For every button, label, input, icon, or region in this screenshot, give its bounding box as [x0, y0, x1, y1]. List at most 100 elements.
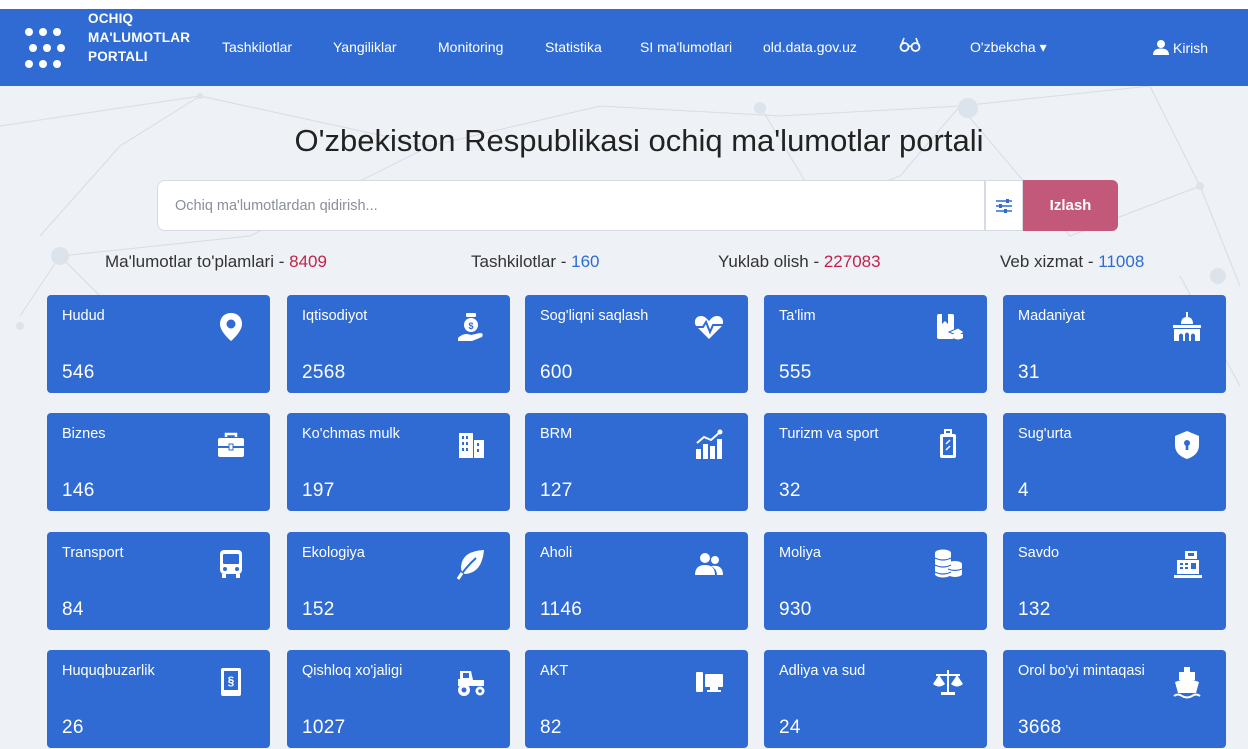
logo-dots-icon[interactable] — [25, 24, 69, 72]
category-count: 930 — [779, 599, 812, 620]
category-label: Biznes — [62, 426, 106, 442]
category-count: 127 — [540, 480, 573, 501]
category-card-savdo[interactable]: Savdo 132 — [1003, 532, 1226, 630]
computer-icon — [696, 672, 723, 692]
search-button[interactable]: Izlash — [1023, 180, 1118, 231]
glasses-icon[interactable] — [899, 37, 921, 57]
category-count: 84 — [62, 599, 84, 620]
category-label: Ta'lim — [779, 308, 816, 324]
category-card-qishloq-xojaligi[interactable]: Qishloq xo'jaligi 1027 — [287, 650, 510, 748]
category-label: BRM — [540, 426, 573, 442]
category-label: AKT — [540, 663, 569, 679]
login-button[interactable]: Kirish — [1153, 39, 1208, 56]
search-input[interactable] — [158, 181, 984, 230]
nav-yangiliklar[interactable]: Yangiliklar — [333, 39, 397, 55]
stat-downloads-label: Yuklab olish - — [718, 252, 824, 271]
mosque-icon — [1173, 312, 1201, 341]
category-count: 197 — [302, 480, 335, 501]
stat-datasets-value: 8409 — [289, 252, 327, 271]
luggage-icon — [940, 429, 956, 458]
category-card-madaniyat[interactable]: Madaniyat 31 — [1003, 295, 1226, 393]
category-label: Madaniyat — [1018, 308, 1085, 324]
growth-chart-icon — [696, 429, 723, 459]
category-card-transport[interactable]: Transport 84 — [47, 532, 270, 630]
nav-si-malumotlari[interactable]: SI ma'lumotlari — [640, 39, 732, 55]
category-count: 1027 — [302, 717, 346, 738]
category-count: 146 — [62, 480, 95, 501]
filter-button[interactable] — [985, 180, 1023, 231]
stat-downloads-value: 227083 — [823, 252, 881, 271]
language-dropdown[interactable]: O'zbekcha ▾ — [970, 39, 1047, 56]
category-card-ekologiya[interactable]: Ekologiya 152 — [287, 532, 510, 630]
navbar: OCHIQ MA'LUMOTLAR PORTALI Tashkilotlar Y… — [0, 9, 1248, 86]
category-card-biznes[interactable]: Biznes 146 — [47, 413, 270, 511]
login-label: Kirish — [1173, 40, 1209, 56]
stat-organizations-value: 160 — [571, 252, 600, 271]
category-label: Sug'urta — [1018, 426, 1072, 442]
category-card-aholi[interactable]: Aholi 1146 — [525, 532, 748, 630]
shield-lock-icon — [1175, 431, 1199, 459]
bus-icon — [220, 550, 242, 578]
category-count: 152 — [302, 599, 335, 620]
category-label: Qishloq xo'jaligi — [302, 663, 403, 679]
users-icon — [695, 553, 723, 575]
heartbeat-icon — [694, 316, 724, 339]
category-card-iqtisodiyot[interactable]: Iqtisodiyot 2568 $ — [287, 295, 510, 393]
category-card-turizm-va-sport[interactable]: Turizm va sport 32 — [764, 413, 987, 511]
category-count: 546 — [62, 362, 95, 383]
category-label: Aholi — [540, 545, 573, 561]
category-count: 132 — [1018, 599, 1051, 620]
category-label: Hudud — [62, 308, 105, 324]
category-label: Ko'chmas mulk — [302, 426, 400, 442]
category-card-moliya[interactable]: Moliya 930 — [764, 532, 987, 630]
logo-text[interactable]: OCHIQ MA'LUMOTLAR PORTALI — [88, 9, 208, 66]
category-label: Adliya va sud — [779, 663, 866, 679]
category-card-kochmas-mulk[interactable]: Ko'chmas mulk 197 — [287, 413, 510, 511]
category-card-adliya-va-sud[interactable]: Adliya va sud 24 — [764, 650, 987, 748]
buildings-icon — [459, 433, 484, 458]
nav-old-data[interactable]: old.data.gov.uz — [763, 39, 857, 55]
nav-monitoring[interactable]: Monitoring — [438, 39, 503, 55]
category-card-brm[interactable]: BRM 127 — [525, 413, 748, 511]
category-card-sogliqni-saqlash[interactable]: Sog'liqni saqlash 600 — [525, 295, 748, 393]
stat-downloads[interactable]: Yuklab olish - 227083 — [718, 252, 881, 272]
stat-organizations-label: Tashkilotlar - — [471, 252, 572, 271]
category-count: 31 — [1018, 362, 1040, 383]
category-count: 2568 — [302, 362, 346, 383]
education-book-icon — [937, 314, 965, 340]
category-count: 555 — [779, 362, 812, 383]
category-count: 82 — [540, 717, 562, 738]
briefcase-icon — [218, 432, 244, 457]
stat-organizations[interactable]: Tashkilotlar - 160 — [471, 252, 600, 272]
svg-text:§: § — [228, 674, 235, 688]
category-count: 24 — [779, 717, 801, 738]
cash-register-icon — [1174, 551, 1202, 578]
balance-scale-icon — [933, 670, 963, 695]
category-card-orol-boyi-mintaqasi[interactable]: Orol bo'yi mintaqasi 3668 — [1003, 650, 1226, 748]
svg-text:$: $ — [468, 321, 473, 331]
category-card-hudud[interactable]: Hudud 546 — [47, 295, 270, 393]
stat-web-services-label: Veb xizmat - — [1000, 252, 1099, 271]
stat-datasets[interactable]: Ma'lumotlar to'plamlari - 8409 — [105, 252, 327, 272]
nav-statistika[interactable]: Statistika — [545, 39, 602, 55]
category-card-sugurta[interactable]: Sug'urta 4 — [1003, 413, 1226, 511]
coins-icon — [934, 549, 963, 578]
category-card-talim[interactable]: Ta'lim 555 — [764, 295, 987, 393]
ship-icon — [1173, 667, 1201, 699]
logo-line-3: PORTALI — [88, 49, 148, 64]
filter-sliders-icon — [996, 198, 1012, 213]
logo-line-2: MA'LUMOTLAR — [88, 30, 191, 45]
search-box — [157, 180, 985, 231]
user-icon — [1153, 40, 1169, 55]
map-marker-icon — [220, 313, 242, 341]
stat-web-services[interactable]: Veb xizmat - 11008 — [1000, 252, 1144, 272]
money-hand-icon: $ — [458, 313, 483, 341]
category-card-huquqbuzarlik[interactable]: Huquqbuzarlik 26 § — [47, 650, 270, 748]
stat-datasets-label: Ma'lumotlar to'plamlari - — [105, 252, 290, 271]
category-count: 32 — [779, 480, 801, 501]
category-label: Savdo — [1018, 545, 1060, 561]
category-count: 26 — [62, 717, 84, 738]
category-label: Moliya — [779, 545, 821, 561]
nav-tashkilotlar[interactable]: Tashkilotlar — [222, 39, 292, 55]
category-card-akt[interactable]: AKT 82 — [525, 650, 748, 748]
